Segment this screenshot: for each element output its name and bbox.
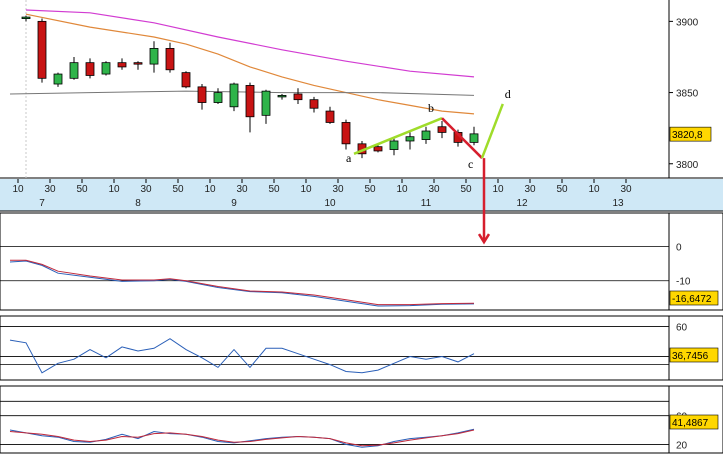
candle-down [245, 85, 255, 118]
panel-ytick-label: 20 [676, 440, 688, 451]
candle-up [277, 95, 287, 98]
candle-up [261, 90, 271, 116]
price-ytick-label: 3800 [676, 160, 699, 171]
time-major-label: 12 [516, 198, 528, 209]
last-price-label: 3820,8 [672, 130, 703, 141]
time-minor-label: 50 [172, 184, 184, 195]
wave-label-a: a [346, 151, 352, 165]
candle-down [309, 99, 319, 109]
candle-down [341, 122, 351, 145]
time-minor-label: 50 [556, 184, 568, 195]
time-minor-label: 10 [492, 184, 504, 195]
panel-ytick-label: -10 [676, 277, 691, 288]
price-ytick-label: 3850 [676, 89, 699, 100]
time-minor-label: 10 [396, 184, 408, 195]
candle-up [421, 130, 431, 140]
panel-value-label: 41,4867 [672, 418, 709, 429]
time-minor-label: 30 [620, 184, 632, 195]
time-minor-label: 30 [524, 184, 536, 195]
time-major-label: 7 [39, 198, 45, 209]
candle-down [181, 72, 191, 88]
time-major-label: 8 [135, 198, 141, 209]
panel-ytick-label: 0 [676, 243, 682, 254]
time-minor-label: 30 [140, 184, 152, 195]
time-minor-label: 50 [268, 184, 280, 195]
wave-label-d: d [505, 87, 511, 101]
time-minor-label: 50 [460, 184, 472, 195]
candle-up [389, 140, 399, 150]
candle-up [69, 62, 79, 79]
candle-down [373, 146, 383, 152]
time-major-label: 9 [231, 198, 237, 209]
time-minor-label: 10 [204, 184, 216, 195]
candle-down [437, 126, 447, 133]
time-minor-label: 10 [12, 184, 24, 195]
time-minor-label: 10 [108, 184, 120, 195]
candle-up [101, 62, 111, 75]
candle-up [149, 48, 159, 65]
time-minor-label: 50 [364, 184, 376, 195]
candle-down [117, 62, 127, 68]
time-major-label: 11 [421, 198, 432, 209]
panel-value-label: -16,6472 [672, 294, 712, 305]
price-ytick-label: 3900 [676, 17, 699, 28]
panel-value-label: 36,7456 [672, 351, 709, 362]
time-minor-label: 50 [76, 184, 88, 195]
time-minor-label: 30 [44, 184, 56, 195]
candle-down [197, 86, 207, 103]
time-major-label: 10 [324, 198, 336, 209]
time-minor-label: 30 [428, 184, 440, 195]
candle-up [405, 136, 415, 142]
panel-ytick-label: 60 [676, 322, 688, 333]
candle-up [229, 83, 239, 108]
candle-up [213, 92, 223, 103]
candle-down [293, 93, 303, 101]
candle-up [21, 16, 31, 19]
wave-label-b: b [428, 101, 434, 115]
candle-down [37, 20, 47, 79]
wave-label-c: c [468, 157, 473, 171]
time-minor-label: 10 [300, 184, 312, 195]
time-major-label: 13 [612, 198, 624, 209]
candle-down [85, 62, 95, 76]
time-axis: 10 30 50 10 30 50 10 30 50 10 30 50 10 30 50 10 30 50 10 30… [0, 179, 723, 212]
candle-up [53, 73, 63, 85]
time-minor-label: 10 [588, 184, 600, 195]
time-minor-label: 30 [332, 184, 344, 195]
candle-up [469, 133, 479, 143]
candle-down [133, 62, 143, 65]
candle-down [165, 48, 175, 71]
chart-figure: 3900 3850 3800 a b c d 3820,8 10 30 50 10 30 50 10 30 5… [0, 0, 723, 454]
time-minor-label: 30 [236, 184, 248, 195]
candle-down [325, 110, 335, 123]
